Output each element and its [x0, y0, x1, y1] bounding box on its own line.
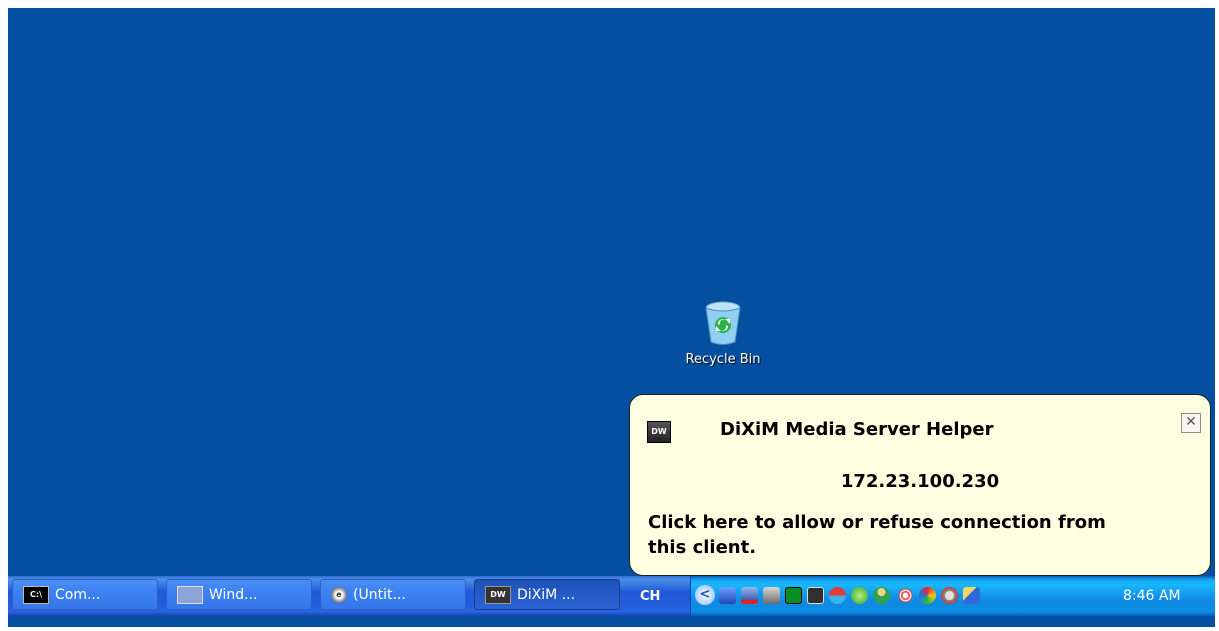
dixim-icon: DW [485, 585, 511, 604]
taskbar-button-internet-explorer[interactable]: e (Untit... [320, 579, 466, 610]
taskbar-button-dixim[interactable]: DW DiXiM ... [474, 579, 620, 610]
taskbar-button-windows-explorer[interactable]: Wind... [166, 579, 312, 610]
green-status-icon[interactable] [785, 587, 802, 604]
language-indicator[interactable]: CH [640, 589, 660, 604]
system-tray: < 8:46 AM [690, 576, 1215, 616]
client-ip-address: 172.23.100.230 [840, 471, 1000, 492]
broom-icon[interactable] [963, 587, 980, 604]
security-shield-icon[interactable] [851, 587, 868, 604]
balloon-message[interactable]: Click here to allow or refuse connection… [648, 510, 1148, 560]
wireless-icon[interactable] [897, 587, 914, 604]
show-hidden-icons-chevron-icon[interactable]: < [695, 585, 715, 605]
taskbar-button-label: Wind... [209, 586, 258, 603]
desktop: Recycle Bin DW DiXiM Media Server Helper… [8, 8, 1215, 627]
windows-explorer-icon [177, 585, 203, 604]
user-icon[interactable] [873, 587, 890, 604]
up-down-arrows-icon[interactable] [829, 587, 846, 604]
taskbar-button-label: DiXiM ... [517, 586, 576, 603]
monitor-icon[interactable] [763, 587, 780, 604]
notification-balloon[interactable]: DW DiXiM Media Server Helper ✕ 172.23.10… [629, 394, 1211, 576]
network-disconnected-icon[interactable] [741, 587, 758, 604]
internet-explorer-icon: e [331, 586, 347, 603]
network-connections-icon[interactable] [719, 587, 736, 604]
taskbar-button-label: Com... [55, 586, 101, 603]
command-prompt-icon: C:\ [23, 585, 49, 604]
dixim-tray-icon[interactable] [807, 587, 824, 604]
taskbar-button-command-prompt[interactable]: C:\ Com... [12, 579, 158, 610]
taskbar-button-label: (Untit... [353, 586, 406, 603]
color-wheel-icon[interactable] [919, 587, 936, 604]
balloon-title: DiXiM Media Server Helper [720, 419, 994, 440]
clock[interactable]: 8:46 AM [1123, 588, 1181, 604]
desktop-icon-label: Recycle Bin [685, 352, 761, 367]
speaker-icon[interactable] [941, 587, 958, 604]
taskbar: C:\ Com... Wind... e (Untit... DW DiXiM … [8, 576, 1215, 616]
recycle-bin-icon [703, 300, 743, 346]
close-icon[interactable]: ✕ [1181, 413, 1201, 433]
desktop-icon-recycle-bin[interactable]: Recycle Bin [668, 300, 778, 367]
dixim-logo-icon: DW [647, 421, 671, 443]
